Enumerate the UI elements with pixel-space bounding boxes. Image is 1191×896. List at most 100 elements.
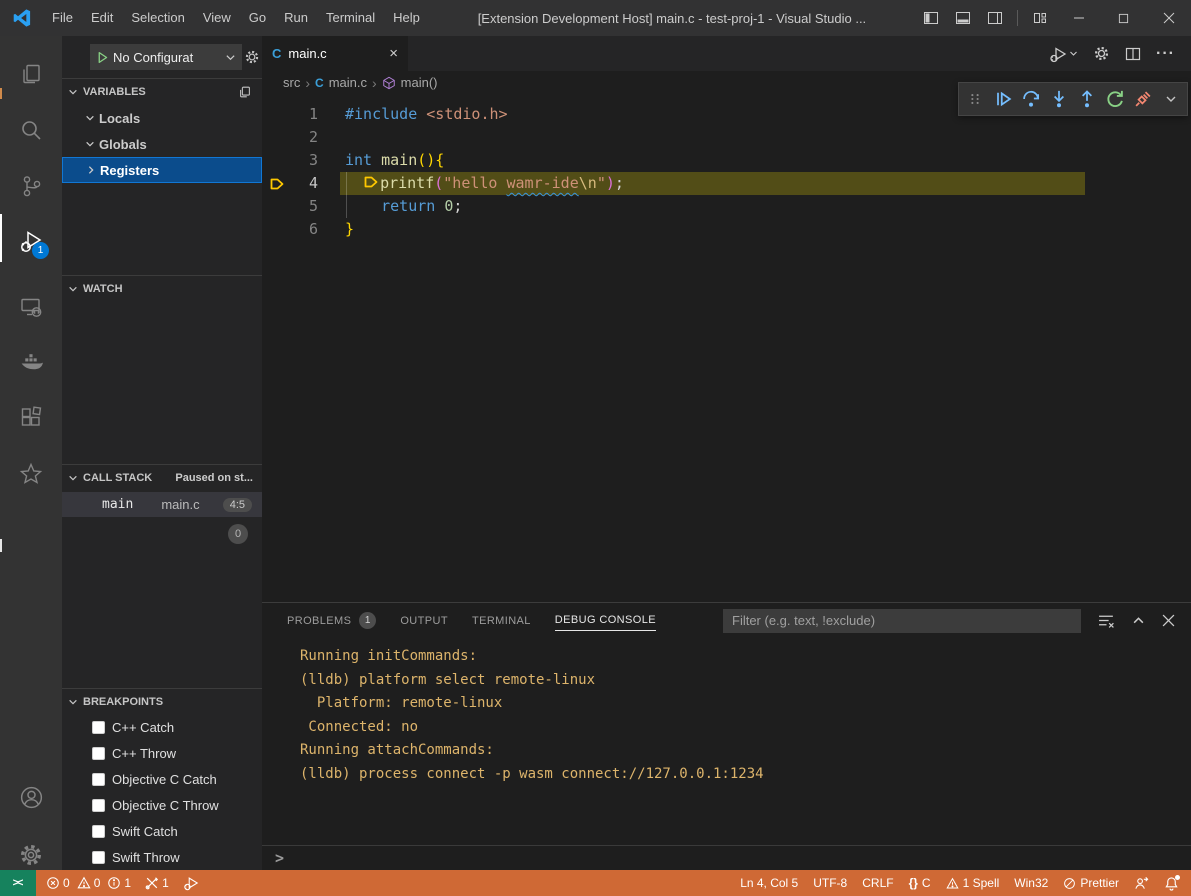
- menu-help[interactable]: Help: [384, 0, 429, 36]
- breakpoint-row-c-throw[interactable]: C++ Throw: [62, 740, 262, 766]
- debug-status[interactable]: [183, 875, 199, 891]
- encoding[interactable]: UTF-8: [813, 876, 847, 890]
- chevron-down-icon[interactable]: [1157, 85, 1184, 113]
- continue-icon[interactable]: [990, 85, 1017, 113]
- menu-terminal[interactable]: Terminal: [317, 0, 384, 36]
- docker-icon[interactable]: [0, 338, 62, 386]
- panel-tab-output[interactable]: OUTPUT: [400, 604, 448, 638]
- close-tab-icon[interactable]: ×: [389, 45, 398, 62]
- split-editor-icon[interactable]: [1125, 46, 1141, 62]
- breakpoint-row-objective-c-throw[interactable]: Objective C Throw: [62, 792, 262, 818]
- panel-tab-debug-console[interactable]: DEBUG CONSOLE: [555, 604, 656, 638]
- run-or-debug-button[interactable]: [1049, 45, 1078, 63]
- minimize-button[interactable]: [1056, 0, 1101, 36]
- cursor-position[interactable]: Ln 4, Col 5: [740, 876, 798, 890]
- breadcrumb-folder[interactable]: src: [283, 75, 300, 90]
- debug-console-output[interactable]: Running initCommands:(lldb) platform sel…: [262, 638, 1191, 845]
- call-stack-section-header[interactable]: CALL STACK Paused on st...: [62, 466, 262, 490]
- window-title: [Extension Development Host] main.c - te…: [429, 11, 915, 26]
- step-into-icon[interactable]: [1046, 85, 1073, 113]
- variables-item-locals[interactable]: Locals: [62, 105, 262, 131]
- breakpoint-row-swift-throw[interactable]: Swift Throw: [62, 844, 262, 870]
- breakpoint-checkbox[interactable]: [92, 773, 105, 786]
- variables-section-header[interactable]: VARIABLES: [62, 80, 262, 104]
- step-over-icon[interactable]: [1018, 85, 1045, 113]
- run-and-debug-icon[interactable]: [0, 218, 62, 266]
- disconnect-icon[interactable]: [1129, 85, 1156, 113]
- extensions-icon[interactable]: [0, 394, 62, 442]
- symbol-cube-icon: [382, 76, 396, 90]
- more-actions-icon[interactable]: ···: [1156, 45, 1175, 63]
- account-icon[interactable]: [0, 773, 62, 821]
- feedback-icon[interactable]: [1134, 876, 1149, 891]
- stack-frame-row[interactable]: main main.c 4:5: [62, 492, 262, 517]
- breakpoint-checkbox[interactable]: [92, 747, 105, 760]
- breakpoint-row-c-catch[interactable]: C++ Catch: [62, 714, 262, 740]
- divider: [62, 464, 262, 465]
- menu-edit[interactable]: Edit: [82, 0, 122, 36]
- launch-configuration-dropdown[interactable]: No Configurat: [90, 44, 242, 70]
- toggle-secondary-sidebar-icon[interactable]: [979, 0, 1011, 36]
- menu-view[interactable]: View: [194, 0, 240, 36]
- remote-explorer-icon[interactable]: [0, 283, 62, 331]
- menu-run[interactable]: Run: [275, 0, 317, 36]
- tree-item-label: Registers: [100, 163, 159, 178]
- panel-tab-label: PROBLEMS: [287, 611, 351, 631]
- customize-layout-icon[interactable]: [1024, 0, 1056, 36]
- panel-tab-terminal[interactable]: TERMINAL: [472, 604, 531, 638]
- breakpoint-checkbox[interactable]: [92, 825, 105, 838]
- language-mode[interactable]: {} C: [909, 876, 931, 890]
- breakpoints-section-header[interactable]: BREAKPOINTS: [62, 690, 262, 714]
- watch-section-header[interactable]: WATCH: [62, 277, 262, 301]
- platform-target[interactable]: Win32: [1014, 876, 1048, 890]
- menu-file[interactable]: File: [43, 0, 82, 36]
- menu-go[interactable]: Go: [240, 0, 275, 36]
- tab-main-c[interactable]: C main.c ×: [262, 36, 408, 71]
- breadcrumb-file[interactable]: main.c: [329, 75, 367, 90]
- remote-indicator[interactable]: ><: [0, 870, 36, 896]
- toggle-panel-icon[interactable]: [947, 0, 979, 36]
- settings-gear-icon[interactable]: [1093, 45, 1110, 62]
- variables-item-registers[interactable]: Registers: [62, 157, 262, 183]
- maximize-panel-icon[interactable]: [1132, 614, 1145, 627]
- restart-icon[interactable]: [1101, 85, 1128, 113]
- spell-checker-status[interactable]: 1 Spell: [946, 876, 1000, 890]
- close-panel-icon[interactable]: [1162, 614, 1175, 627]
- panel-tab-problems[interactable]: PROBLEMS1: [287, 604, 376, 638]
- explorer-icon[interactable]: [0, 50, 62, 98]
- code-text: printf("hello wamr-ide\n");: [345, 172, 624, 195]
- notifications-bell-icon[interactable]: [1164, 876, 1179, 891]
- star-icon[interactable]: [0, 450, 62, 498]
- toolbar-grip-icon[interactable]: [962, 85, 989, 113]
- breadcrumb-symbol[interactable]: main(): [401, 75, 438, 90]
- breakpoint-checkbox[interactable]: [92, 851, 105, 864]
- start-debug-icon[interactable]: [96, 51, 109, 64]
- step-out-icon[interactable]: [1074, 85, 1101, 113]
- search-icon[interactable]: [0, 106, 62, 154]
- source-control-icon[interactable]: [0, 162, 62, 210]
- console-filter-input[interactable]: [723, 609, 1081, 633]
- copy-icon[interactable]: [238, 85, 252, 99]
- open-launch-json-gear-icon[interactable]: [244, 49, 260, 65]
- eol-sequence[interactable]: CRLF: [862, 876, 893, 890]
- close-window-button[interactable]: [1146, 0, 1191, 36]
- maximize-button[interactable]: [1101, 0, 1146, 36]
- tab-label: main.c: [288, 46, 326, 61]
- problems-status[interactable]: 0 0 1: [46, 876, 131, 890]
- breakpoint-checkbox[interactable]: [92, 799, 105, 812]
- chevron-down-icon: [1069, 49, 1078, 58]
- menu-selection[interactable]: Selection: [122, 0, 193, 36]
- toggle-sidebar-icon[interactable]: [915, 0, 947, 36]
- clear-console-icon[interactable]: [1098, 612, 1115, 629]
- line-number: 3: [262, 149, 318, 172]
- debug-console-input[interactable]: >: [262, 845, 1191, 870]
- tools-status[interactable]: 1: [145, 876, 169, 890]
- breakpoint-row-objective-c-catch[interactable]: Objective C Catch: [62, 766, 262, 792]
- variables-item-globals[interactable]: Globals: [62, 131, 262, 157]
- breakpoint-row-swift-catch[interactable]: Swift Catch: [62, 818, 262, 844]
- line-number: 5: [262, 195, 318, 218]
- console-line: Platform: remote-linux: [300, 692, 1191, 716]
- formatter-status[interactable]: Prettier: [1063, 876, 1119, 890]
- breakpoint-checkbox[interactable]: [92, 721, 105, 734]
- code-editor[interactable]: 1#include <stdio.h>23int main(){4 printf…: [262, 94, 1191, 602]
